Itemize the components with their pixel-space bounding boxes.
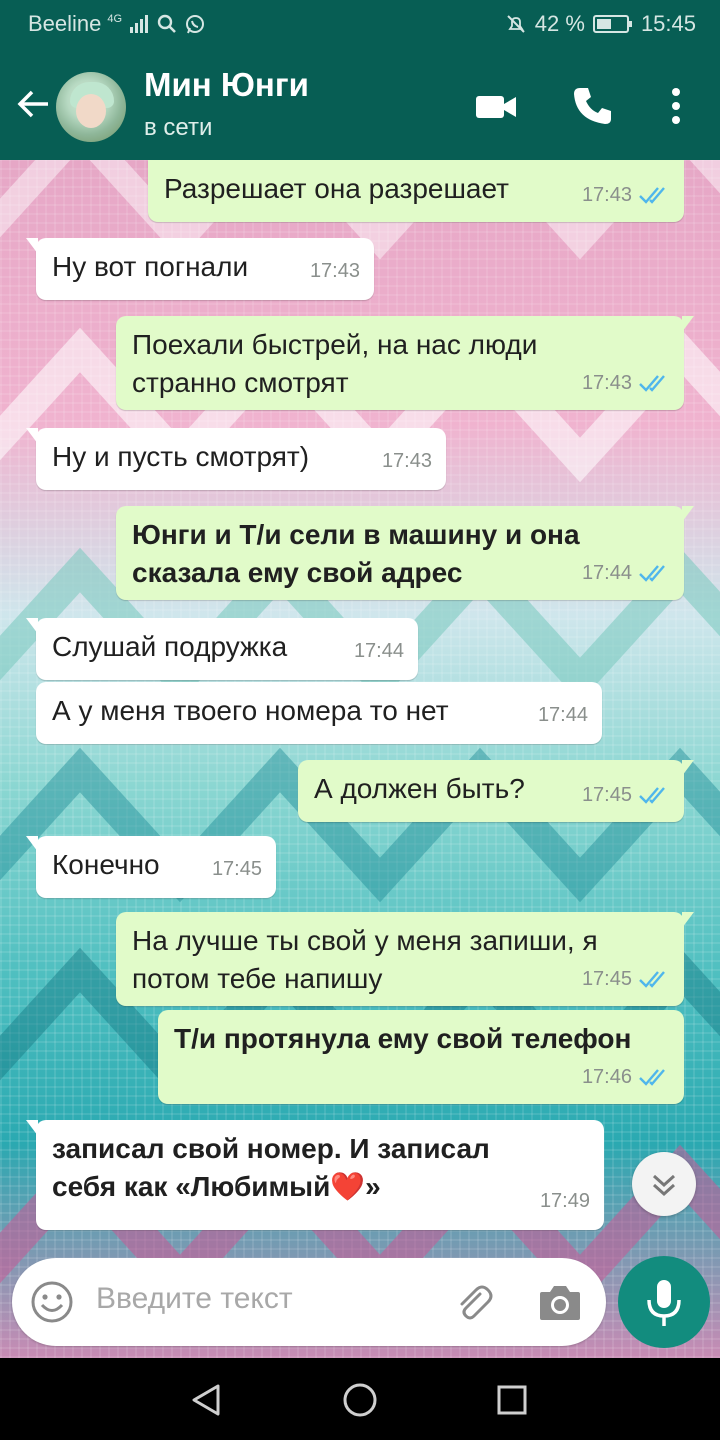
message-time: 17:45 bbox=[581, 784, 632, 806]
message-time: 17:46 bbox=[581, 1066, 632, 1088]
bubble-tail bbox=[26, 238, 38, 254]
signal-icon bbox=[130, 15, 149, 33]
message-meta: 17:46 bbox=[582, 1058, 670, 1096]
message-in[interactable]: записал свой номер. И записал себя как «… bbox=[26, 1120, 604, 1230]
message-meta: 17:45 bbox=[582, 960, 670, 998]
message-text: А у меня твоего номера то нет bbox=[52, 695, 449, 726]
message-in[interactable]: А у меня твоего номера то нет 17:44 bbox=[36, 682, 602, 744]
bubble-tail bbox=[26, 1120, 38, 1136]
message-out[interactable]: Т/и протянула ему свой телефон 17:46 bbox=[158, 1010, 684, 1104]
status-bar: Beeline 4G 42 % 15:45 bbox=[0, 0, 720, 48]
message-time: 17:43 bbox=[581, 372, 632, 394]
message-in[interactable]: Конечно 17:45 bbox=[26, 836, 276, 898]
message-text: Ну и пусть смотрят) bbox=[52, 441, 310, 472]
double-check-icon bbox=[639, 971, 665, 988]
attach-icon[interactable] bbox=[450, 1280, 494, 1324]
double-check-icon bbox=[639, 1069, 665, 1086]
avatar[interactable] bbox=[56, 72, 126, 142]
double-check-icon bbox=[639, 787, 665, 804]
scroll-to-bottom-button[interactable] bbox=[632, 1152, 696, 1216]
more-vert-icon[interactable] bbox=[652, 82, 700, 130]
message-text: Поехали быстрей, на нас люди странно смо… bbox=[132, 329, 538, 398]
avatar-face bbox=[76, 94, 106, 128]
message-time: 17:44 bbox=[537, 704, 588, 726]
double-check-icon bbox=[639, 565, 665, 582]
message-time: 17:43 bbox=[581, 184, 632, 206]
bubble-tail bbox=[682, 506, 694, 522]
bubble-tail bbox=[26, 428, 38, 444]
double-check-icon bbox=[639, 375, 665, 392]
chevrons-down-icon bbox=[652, 1174, 676, 1197]
battery-icon bbox=[592, 15, 632, 33]
chat-header: Мин Юнги в сети bbox=[0, 48, 720, 160]
mute-bell-icon bbox=[507, 15, 525, 33]
nav-back-icon[interactable] bbox=[188, 1382, 224, 1418]
message-out[interactable]: Поехали быстрей, на нас люди странно смо… bbox=[116, 316, 694, 410]
clock: 15:45 bbox=[640, 11, 696, 36]
message-time: 17:43 bbox=[381, 450, 432, 472]
chat-area[interactable]: Разрешает она разрешает 17:43 Ну вот пог… bbox=[0, 160, 720, 1358]
message-text: Слушай подружка bbox=[52, 631, 288, 662]
message-time: 17:44 bbox=[581, 562, 632, 584]
message-text: Юнги и Т/и сели в машину и она сказала е… bbox=[132, 519, 580, 588]
message-text: Конечно bbox=[52, 849, 160, 880]
network-type: 4G bbox=[107, 13, 123, 25]
message-out[interactable]: Юнги и Т/и сели в машину и она сказала е… bbox=[116, 506, 694, 600]
message-input-bar: Введите текст bbox=[12, 1258, 606, 1346]
nav-recents-icon[interactable] bbox=[494, 1382, 530, 1418]
battery-percent: 42 % bbox=[534, 11, 585, 36]
message-time: 17:44 bbox=[353, 640, 404, 662]
message-in[interactable]: Ну вот погнали 17:43 bbox=[26, 238, 374, 300]
status-left: Beeline 4G bbox=[28, 11, 206, 37]
message-time: 17:43 bbox=[309, 260, 360, 282]
nav-home-icon[interactable] bbox=[342, 1382, 378, 1418]
message-in[interactable]: Слушай подружка 17:44 bbox=[26, 618, 418, 680]
phone-icon[interactable] bbox=[568, 82, 616, 130]
message-input[interactable]: Введите текст bbox=[96, 1282, 293, 1316]
bubble-tail bbox=[682, 316, 694, 332]
message-meta: 17:43 bbox=[582, 364, 670, 402]
message-meta: 17:45 bbox=[212, 850, 262, 888]
message-text: Разрешает она разрешает bbox=[164, 173, 509, 204]
message-time: 17:45 bbox=[581, 968, 632, 990]
message-time: 17:49 bbox=[539, 1190, 590, 1212]
message-meta: 17:49 bbox=[540, 1182, 590, 1220]
message-text: А должен быть? bbox=[314, 773, 525, 804]
emoji-icon[interactable] bbox=[30, 1280, 74, 1324]
message-meta: 17:45 bbox=[582, 776, 670, 814]
voice-record-button[interactable] bbox=[618, 1256, 710, 1348]
message-meta: 17:44 bbox=[538, 696, 588, 734]
message-text: Ну вот погнали bbox=[52, 251, 249, 282]
message-out[interactable]: Разрешает она разрешает 17:43 bbox=[148, 160, 684, 222]
message-text: Т/и протянула ему свой телефон bbox=[174, 1023, 632, 1054]
message-meta: 17:43 bbox=[382, 442, 432, 480]
bubble-tail bbox=[26, 836, 38, 852]
message-meta: 17:44 bbox=[354, 632, 404, 670]
back-arrow-icon[interactable] bbox=[14, 84, 54, 124]
bubble-tail bbox=[26, 618, 38, 634]
bubble-tail bbox=[682, 912, 694, 928]
message-out[interactable]: На лучше ты свой у меня запиши, я потом … bbox=[116, 912, 694, 1006]
message-text: записал свой номер. И записал себя как «… bbox=[52, 1133, 490, 1202]
status-right: 42 % 15:45 bbox=[505, 11, 696, 37]
message-meta: 17:43 bbox=[310, 252, 360, 290]
camera-icon[interactable] bbox=[536, 1280, 584, 1324]
message-time: 17:45 bbox=[211, 858, 262, 880]
message-meta: 17:44 bbox=[582, 554, 670, 592]
whatsapp-icon bbox=[186, 15, 205, 34]
search-icon bbox=[157, 14, 176, 33]
carrier-name: Beeline bbox=[28, 11, 102, 36]
mic-icon bbox=[647, 1280, 681, 1326]
contact-status: в сети bbox=[144, 114, 213, 141]
video-call-icon[interactable] bbox=[472, 82, 520, 130]
contact-name[interactable]: Мин Юнги bbox=[144, 66, 309, 104]
message-meta: 17:43 bbox=[582, 176, 670, 214]
system-nav-bar bbox=[0, 1358, 720, 1440]
double-check-icon bbox=[639, 187, 665, 204]
message-out[interactable]: А должен быть? 17:45 bbox=[298, 760, 694, 822]
bubble-tail bbox=[682, 760, 694, 776]
message-in[interactable]: Ну и пусть смотрят) 17:43 bbox=[26, 428, 446, 490]
